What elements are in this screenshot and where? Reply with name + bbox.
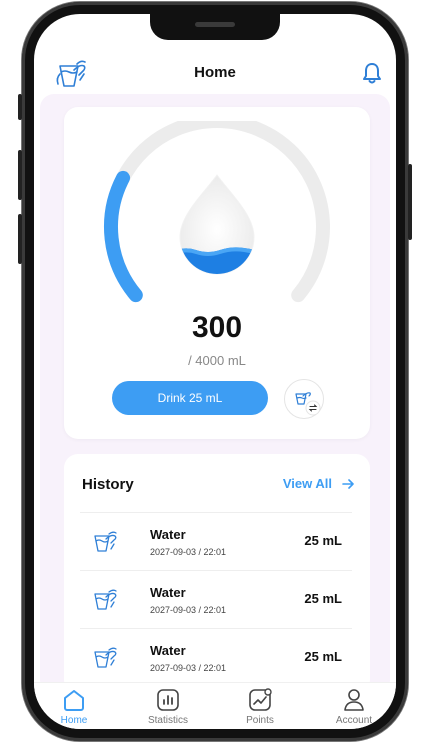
history-item-time: 2027-09-03 / 22:01 (150, 547, 227, 557)
view-all-label: View All (282, 476, 332, 491)
history-row[interactable]: Water 2027-09-03 / 22:01 25 mL (80, 570, 352, 628)
power-button (408, 164, 412, 240)
switch-cup-button[interactable] (284, 379, 324, 419)
history-item-name: Water (150, 527, 186, 542)
tab-points[interactable]: Points (220, 687, 300, 726)
tab-bar: Home Statistics Points Account (34, 682, 396, 729)
history-title: History (82, 476, 134, 493)
history-row[interactable]: Water 2027-09-03 / 22:01 25 mL (80, 628, 352, 686)
tab-label: Points (246, 715, 274, 726)
side-button (18, 94, 22, 120)
tab-label: Account (335, 715, 373, 726)
tab-account[interactable]: Account (314, 687, 394, 726)
history-row[interactable]: Water 2027-09-03 / 22:01 25 mL (80, 512, 352, 570)
water-glass-hand-icon (94, 589, 117, 610)
water-glass-hand-icon (94, 647, 117, 668)
gauge-progress (104, 170, 143, 303)
volume-up-button (18, 150, 22, 200)
points-icon (249, 688, 272, 711)
history-item-time: 2027-09-03 / 22:01 (150, 663, 227, 673)
screen: Home 300 / 4000 mL Drink 25 mL History V… (34, 14, 396, 729)
drink-button[interactable]: Drink 25 mL (112, 381, 268, 415)
page-title: Home (194, 64, 236, 81)
volume-down-button (18, 214, 22, 264)
speaker (195, 22, 235, 27)
intake-gauge (104, 121, 330, 303)
history-item-volume: 25 mL (304, 649, 342, 664)
header: Home (34, 50, 396, 96)
switch-cup-icon (295, 392, 321, 416)
statistics-icon (157, 689, 179, 711)
tab-statistics[interactable]: Statistics (128, 687, 208, 726)
history-item-name: Water (150, 643, 186, 658)
history-card: History View All Water 2027-09-03 / 22:01… (64, 454, 370, 694)
intake-amount: 300 (191, 311, 243, 344)
tab-label: Home (60, 715, 88, 726)
bell-icon[interactable] (362, 62, 382, 84)
intake-goal: / 4000 mL (188, 353, 246, 368)
intake-card: 300 / 4000 mL Drink 25 mL (64, 107, 370, 439)
account-icon (344, 689, 364, 711)
arrow-right-icon (342, 478, 354, 489)
history-item-volume: 25 mL (304, 591, 342, 606)
water-glass-hand-icon (94, 531, 117, 552)
water-drop-icon (179, 174, 255, 275)
tab-label: Statistics (147, 715, 188, 726)
phone-frame: Home 300 / 4000 mL Drink 25 mL History V… (18, 2, 412, 741)
history-item-time: 2027-09-03 / 22:01 (150, 605, 227, 615)
history-item-name: Water (150, 585, 186, 600)
tab-home[interactable]: Home (34, 687, 114, 726)
notch (150, 14, 280, 40)
view-all-link[interactable]: View All (283, 476, 354, 491)
history-item-volume: 25 mL (304, 533, 342, 548)
home-icon (64, 690, 84, 711)
